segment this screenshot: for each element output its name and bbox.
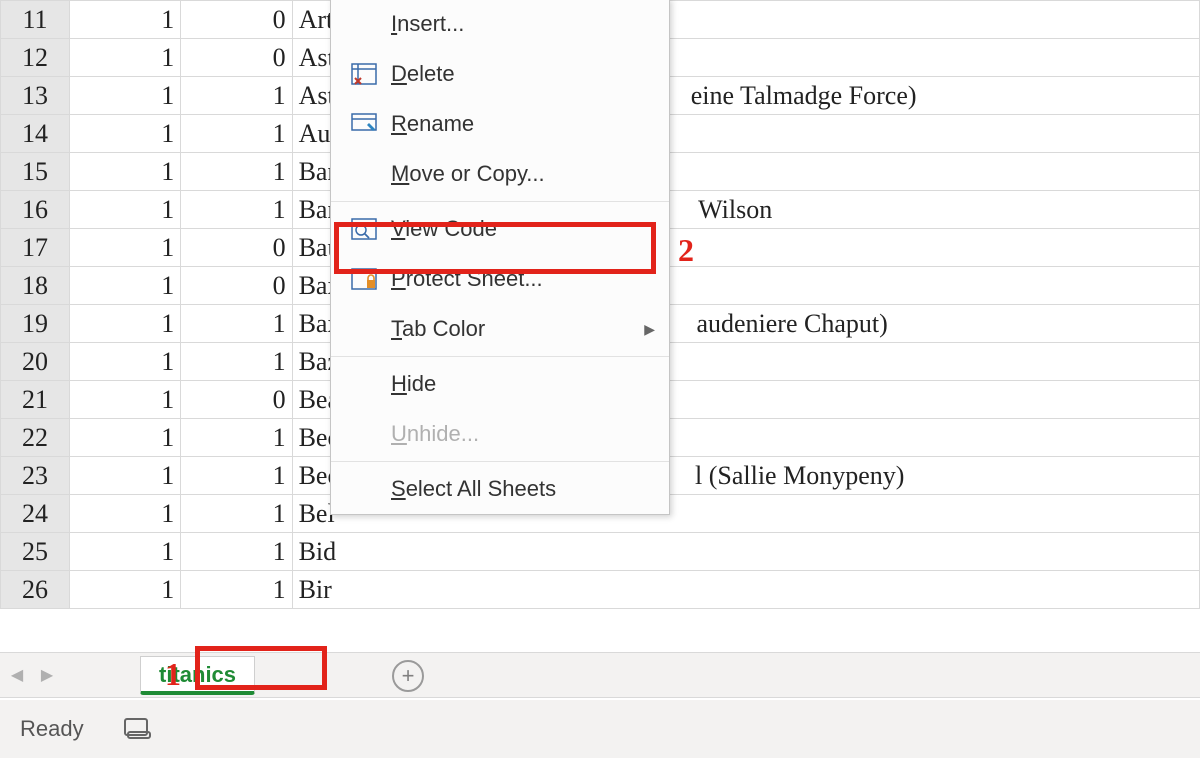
row-header[interactable]: 20 <box>1 343 70 381</box>
cell[interactable]: 1 <box>181 115 292 153</box>
menu-move-label: ove or Copy... <box>409 161 544 186</box>
table-row[interactable]: 2611Bir <box>1 571 1200 609</box>
menu-rename[interactable]: Rename <box>331 99 669 149</box>
menu-hide[interactable]: Hide <box>331 359 669 409</box>
cell[interactable]: 1 <box>70 571 181 609</box>
cell[interactable]: 1 <box>70 267 181 305</box>
cell[interactable]: 1 <box>181 343 292 381</box>
view-code-icon <box>345 218 383 240</box>
row-header[interactable]: 16 <box>1 191 70 229</box>
cell[interactable]: 0 <box>181 267 292 305</box>
cell[interactable]: 0 <box>181 229 292 267</box>
cell[interactable]: 1 <box>181 495 292 533</box>
menu-rename-label: ename <box>407 111 474 136</box>
row-header[interactable]: 21 <box>1 381 70 419</box>
cell[interactable]: 1 <box>70 39 181 77</box>
cell[interactable]: 1 <box>181 77 292 115</box>
cell[interactable]: Bir <box>292 571 1199 609</box>
menu-protect-sheet[interactable]: Protect Sheet... <box>331 254 669 304</box>
status-bar: Ready <box>0 700 1200 758</box>
cell[interactable]: 1 <box>70 153 181 191</box>
cell[interactable]: 1 <box>70 533 181 571</box>
cell[interactable]: Bid <box>292 533 1199 571</box>
row-header[interactable]: 11 <box>1 1 70 39</box>
cell[interactable]: 1 <box>70 1 181 39</box>
row-header[interactable]: 18 <box>1 267 70 305</box>
row-header[interactable]: 23 <box>1 457 70 495</box>
rename-sheet-icon <box>345 113 383 135</box>
menu-unhide: Unhide... <box>331 409 669 459</box>
tab-scroll-right-icon[interactable]: ▶ <box>40 668 54 682</box>
menu-view-code-label: iew Code <box>405 216 497 241</box>
cell[interactable]: 1 <box>70 495 181 533</box>
macro-recorder-icon[interactable] <box>124 718 152 740</box>
menu-protect-label: rotect Sheet... <box>406 266 543 291</box>
cell[interactable]: 1 <box>70 419 181 457</box>
row-header[interactable]: 15 <box>1 153 70 191</box>
cell[interactable]: 1 <box>181 305 292 343</box>
menu-separator <box>331 461 669 462</box>
menu-select-all-sheets[interactable]: Select All Sheets <box>331 464 669 514</box>
chevron-right-icon: ▶ <box>644 321 655 338</box>
menu-separator <box>331 201 669 202</box>
row-header[interactable]: 25 <box>1 533 70 571</box>
cell[interactable]: 1 <box>181 533 292 571</box>
menu-separator <box>331 356 669 357</box>
row-header[interactable]: 19 <box>1 305 70 343</box>
sheet-tab-bar: ◀ ▶ titanics <box>0 652 1200 698</box>
status-ready-label: Ready <box>20 716 84 742</box>
sheet-tab-titanics[interactable]: titanics <box>140 656 255 695</box>
cell[interactable]: 1 <box>181 153 292 191</box>
menu-insert[interactable]: Insert... <box>331 0 669 49</box>
row-header[interactable]: 24 <box>1 495 70 533</box>
menu-move-or-copy[interactable]: Move or Copy... <box>331 149 669 199</box>
menu-delete[interactable]: Delete <box>331 49 669 99</box>
cell[interactable]: 1 <box>70 77 181 115</box>
row-header[interactable]: 13 <box>1 77 70 115</box>
cell[interactable]: 1 <box>181 191 292 229</box>
sheet-context-menu: Insert... Delete <box>330 0 670 515</box>
menu-view-code[interactable]: View Code <box>331 204 669 254</box>
cell[interactable]: 1 <box>70 343 181 381</box>
table-row[interactable]: 2511Bid <box>1 533 1200 571</box>
row-header[interactable]: 26 <box>1 571 70 609</box>
menu-tab-color[interactable]: Tab Color ▶ <box>331 304 669 354</box>
row-header[interactable]: 17 <box>1 229 70 267</box>
delete-sheet-icon <box>345 63 383 85</box>
cell[interactable]: 1 <box>181 571 292 609</box>
cell[interactable]: 1 <box>181 419 292 457</box>
cell[interactable]: 0 <box>181 39 292 77</box>
cell[interactable]: 1 <box>70 191 181 229</box>
menu-insert-label: nsert... <box>397 11 464 36</box>
cell[interactable]: 1 <box>70 115 181 153</box>
menu-delete-label: elete <box>407 61 455 86</box>
row-header[interactable]: 22 <box>1 419 70 457</box>
protect-sheet-icon <box>345 268 383 290</box>
cell[interactable]: 0 <box>181 1 292 39</box>
tab-scroll-left-icon[interactable]: ◀ <box>10 668 24 682</box>
row-header[interactable]: 14 <box>1 115 70 153</box>
menu-hide-label: ide <box>407 371 436 396</box>
menu-select-all-label: elect All Sheets <box>406 476 556 501</box>
cell[interactable]: 1 <box>181 457 292 495</box>
cell[interactable]: 0 <box>181 381 292 419</box>
cell[interactable]: 1 <box>70 457 181 495</box>
menu-tab-color-label: ab Color <box>402 316 485 341</box>
cell[interactable]: 1 <box>70 381 181 419</box>
row-header[interactable]: 12 <box>1 39 70 77</box>
menu-unhide-label: nhide... <box>407 421 479 446</box>
cell[interactable]: 1 <box>70 305 181 343</box>
new-sheet-button[interactable]: + <box>392 660 424 692</box>
cell[interactable]: 1 <box>70 229 181 267</box>
